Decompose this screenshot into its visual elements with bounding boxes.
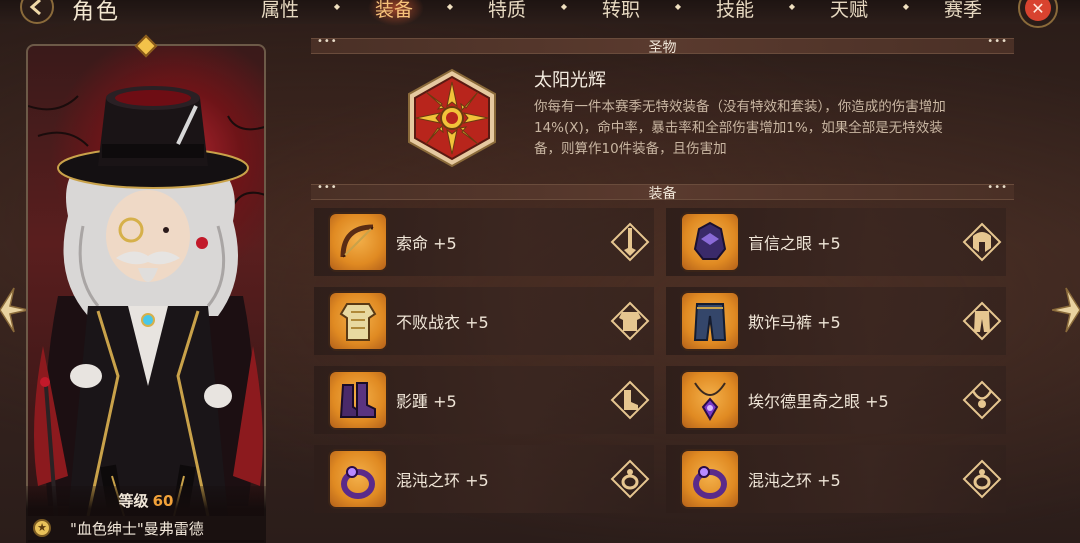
equipment-name: 影踵 +5 — [396, 392, 457, 411]
tab-season[interactable]: 赛季 — [944, 0, 982, 22]
tab-talents[interactable]: 天赋 — [830, 0, 868, 22]
tab-separator: ◆ — [788, 2, 796, 11]
tab-equipment[interactable]: 装备 — [375, 0, 413, 22]
armor-slot-icon — [610, 301, 650, 341]
armor-icon — [328, 291, 388, 351]
equipment-slot-armor[interactable]: 不败战衣 +5 — [314, 287, 654, 355]
star-icon: ★ — [33, 519, 51, 537]
tab-class-change[interactable]: 转职 — [602, 0, 640, 22]
back-button[interactable] — [20, 0, 54, 24]
character-name-row: ★ "血色绅士"曼弗雷德 — [26, 516, 266, 540]
equipment-slot-helmet[interactable]: 盲信之眼 +5 — [666, 208, 1006, 276]
tab-attributes[interactable]: 属性 — [261, 0, 299, 22]
tab-separator: ◆ — [446, 2, 454, 11]
equipment-slot-ring-1[interactable]: 混沌之环 +5 — [314, 445, 654, 513]
equipment-section-header: ••• 装备 ••• — [311, 182, 1014, 202]
ring-slot-icon — [962, 459, 1002, 499]
weapon-slot-icon — [610, 222, 650, 262]
relic-description: 你每有一件本赛季无特效装备（没有特效和套装），你造成的伤害增加14%(X)，命中… — [534, 99, 946, 157]
ring-icon — [328, 449, 388, 509]
relic-section-header: ••• 圣物 ••• — [311, 36, 1014, 56]
helmet-icon — [680, 212, 740, 272]
ring-slot-icon — [610, 459, 650, 499]
boots-icon — [328, 370, 388, 430]
relic-name: 太阳光辉 — [534, 70, 606, 91]
next-character-arrow-icon[interactable] — [1052, 284, 1080, 336]
equipment-slot-necklace[interactable]: 埃尔德里奇之眼 +5 — [666, 366, 1006, 434]
header-dots-right: ••• — [987, 36, 1008, 47]
tab-separator: ◆ — [674, 2, 682, 11]
tab-traits[interactable]: 特质 — [488, 0, 526, 22]
sun-radiance-icon[interactable] — [402, 68, 502, 168]
header-dots-right: ••• — [987, 182, 1008, 193]
equipment-name: 混沌之环 +5 — [396, 471, 489, 490]
boots-slot-icon — [610, 380, 650, 420]
level-label: 等级 — [118, 492, 149, 510]
tab-skills[interactable]: 技能 — [716, 0, 754, 22]
pants-slot-icon — [962, 301, 1002, 341]
equipment-name: 盲信之眼 +5 — [748, 234, 841, 253]
tab-bar: 属性 ◆ 装备 ◆ 特质 ◆ 转职 ◆ 技能 ◆ 天赋 ◆ 赛季 — [250, 0, 1010, 21]
character-name: "血色绅士"曼弗雷德 — [70, 520, 204, 538]
bow-icon — [328, 212, 388, 272]
necklace-icon — [680, 370, 740, 430]
character-portrait-card[interactable] — [26, 44, 266, 543]
equipment-name: 不败战衣 +5 — [396, 313, 489, 332]
character-portrait — [28, 86, 264, 528]
equipment-name: 欺诈马裤 +5 — [748, 313, 841, 332]
helmet-slot-icon — [962, 222, 1002, 262]
top-nav-bar: 角色 属性 ◆ 装备 ◆ 特质 ◆ 转职 ◆ 技能 ◆ 天赋 ◆ 赛季 ✕ — [0, 0, 1080, 28]
tab-separator: ◆ — [902, 2, 910, 11]
equipment-name: 索命 +5 — [396, 234, 457, 253]
pants-icon — [680, 291, 740, 351]
close-button[interactable]: ✕ — [1018, 0, 1058, 28]
back-arrow-icon — [29, 0, 41, 16]
level-value: 60 — [152, 492, 174, 510]
close-icon: ✕ — [1025, 0, 1051, 21]
relic-section-title: 圣物 — [648, 40, 677, 56]
previous-character-arrow-icon[interactable] — [0, 284, 28, 336]
equipment-slot-boots[interactable]: 影踵 +5 — [314, 366, 654, 434]
equipment-section-title: 装备 — [648, 186, 677, 202]
equipment-name: 混沌之环 +5 — [748, 471, 841, 490]
equipment-name: 埃尔德里奇之眼 +5 — [748, 392, 889, 411]
equipment-slot-weapon[interactable]: 索命 +5 — [314, 208, 654, 276]
tab-separator: ◆ — [560, 2, 568, 11]
tab-separator: ◆ — [333, 2, 341, 11]
equipment-slot-pants[interactable]: 欺诈马裤 +5 — [666, 287, 1006, 355]
character-info-footer: 等级 60 ★ "血色绅士"曼弗雷德 — [26, 486, 266, 543]
level-row: 等级 60 — [26, 490, 266, 511]
ring-icon — [680, 449, 740, 509]
necklace-slot-icon — [962, 380, 1002, 420]
page-title: 角色 — [72, 0, 121, 25]
equipment-slot-ring-2[interactable]: 混沌之环 +5 — [666, 445, 1006, 513]
